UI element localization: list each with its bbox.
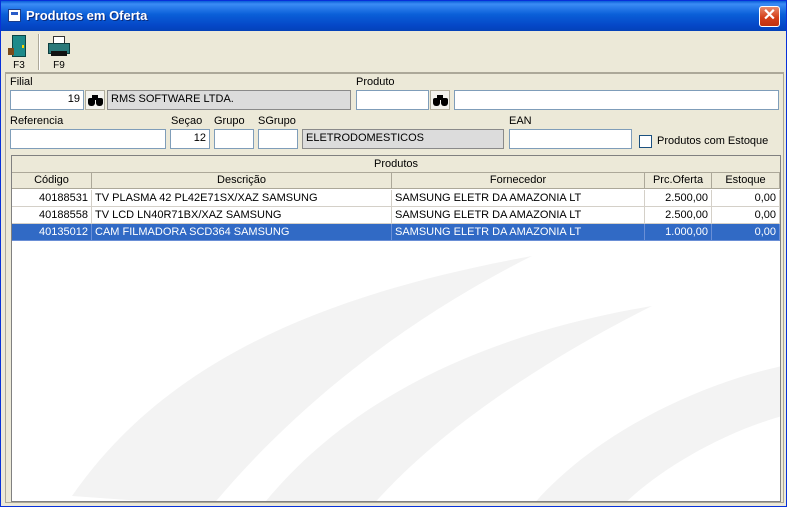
cell-descricao: TV PLASMA 42 PL42E71SX/XAZ SAMSUNG (92, 190, 392, 207)
cell-codigo: 40188531 (12, 190, 92, 207)
column-header-descricao[interactable]: Descrição (92, 173, 392, 189)
cell-codigo: 40188558 (12, 207, 92, 224)
app-icon (8, 9, 21, 22)
produto-input[interactable] (356, 90, 429, 110)
toolbar-separator (38, 34, 40, 70)
column-header-preco[interactable]: Prc.Oferta (645, 173, 712, 189)
filial-name-field: RMS SOFTWARE LTDA. (107, 90, 351, 110)
exit-button-label: F3 (13, 60, 25, 71)
referencia-label: Referencia (10, 115, 64, 127)
column-header-codigo[interactable]: Código (12, 173, 92, 189)
produto-label: Produto (356, 76, 395, 88)
cell-preco: 2.500,00 (645, 190, 712, 207)
column-header-fornecedor[interactable]: Fornecedor (392, 173, 645, 189)
cell-fornecedor: SAMSUNG ELETR DA AMAZONIA LT (392, 207, 645, 224)
toolbar: F3 F9 (5, 32, 784, 74)
grid-title: Produtos (12, 156, 780, 173)
grupo-label: Grupo (214, 115, 245, 127)
filial-label: Filial (10, 76, 33, 88)
secao-description-field: ELETRODOMESTICOS (302, 129, 504, 149)
window-title: Produtos em Oferta (26, 8, 148, 23)
column-header-estoque[interactable]: Estoque (712, 173, 780, 189)
cell-descricao: CAM FILMADORA SCD364 SAMSUNG (92, 224, 392, 241)
exit-door-icon (8, 35, 26, 57)
cell-fornecedor: SAMSUNG ELETR DA AMAZONIA LT (392, 190, 645, 207)
secao-label: Seçao (171, 115, 203, 127)
produtos-com-estoque-checkbox[interactable] (639, 135, 652, 148)
table-row[interactable]: 40188558 TV LCD LN40R71BX/XAZ SAMSUNG SA… (12, 207, 780, 224)
table-row-selected[interactable]: 40135012 CAM FILMADORA SCD364 SAMSUNG SA… (12, 224, 780, 241)
grupo-input[interactable] (214, 129, 254, 149)
cell-fornecedor: SAMSUNG ELETR DA AMAZONIA LT (392, 224, 645, 241)
produtos-com-estoque-label: Produtos com Estoque (657, 135, 769, 147)
cell-estoque: 0,00 (712, 224, 780, 241)
filial-search-button[interactable] (85, 90, 105, 110)
close-button[interactable]: ✕ (759, 6, 780, 27)
background-watermark (72, 256, 780, 501)
ean-input[interactable] (509, 129, 632, 149)
sgrupo-input[interactable] (258, 129, 298, 149)
title-bar[interactable]: Produtos em Oferta ✕ (1, 1, 786, 31)
filter-panel: Filial 19 RMS SOFTWARE LTDA. Produto Ref… (5, 72, 784, 503)
filial-input[interactable]: 19 (10, 90, 84, 110)
cell-estoque: 0,00 (712, 207, 780, 224)
printer-icon (48, 36, 70, 56)
table-row[interactable]: 40188531 TV PLASMA 42 PL42E71SX/XAZ SAMS… (12, 190, 780, 207)
sgrupo-label: SGrupo (258, 115, 296, 127)
print-button-label: F9 (53, 60, 65, 71)
cell-codigo: 40135012 (12, 224, 92, 241)
products-grid[interactable]: Produtos Código Descrição Fornecedor Prc… (11, 155, 781, 502)
produto-description-field[interactable] (454, 90, 779, 110)
secao-input[interactable]: 12 (170, 129, 210, 149)
cell-descricao: TV LCD LN40R71BX/XAZ SAMSUNG (92, 207, 392, 224)
referencia-input[interactable] (10, 129, 166, 149)
produto-search-button[interactable] (430, 90, 450, 110)
cell-estoque: 0,00 (712, 190, 780, 207)
print-button[interactable]: F9 (45, 32, 73, 72)
exit-button[interactable]: F3 (5, 32, 33, 72)
ean-label: EAN (509, 115, 532, 127)
cell-preco: 1.000,00 (645, 224, 712, 241)
window: Produtos em Oferta ✕ F3 F9 Filial 19 RMS… (0, 0, 787, 507)
cell-preco: 2.500,00 (645, 207, 712, 224)
